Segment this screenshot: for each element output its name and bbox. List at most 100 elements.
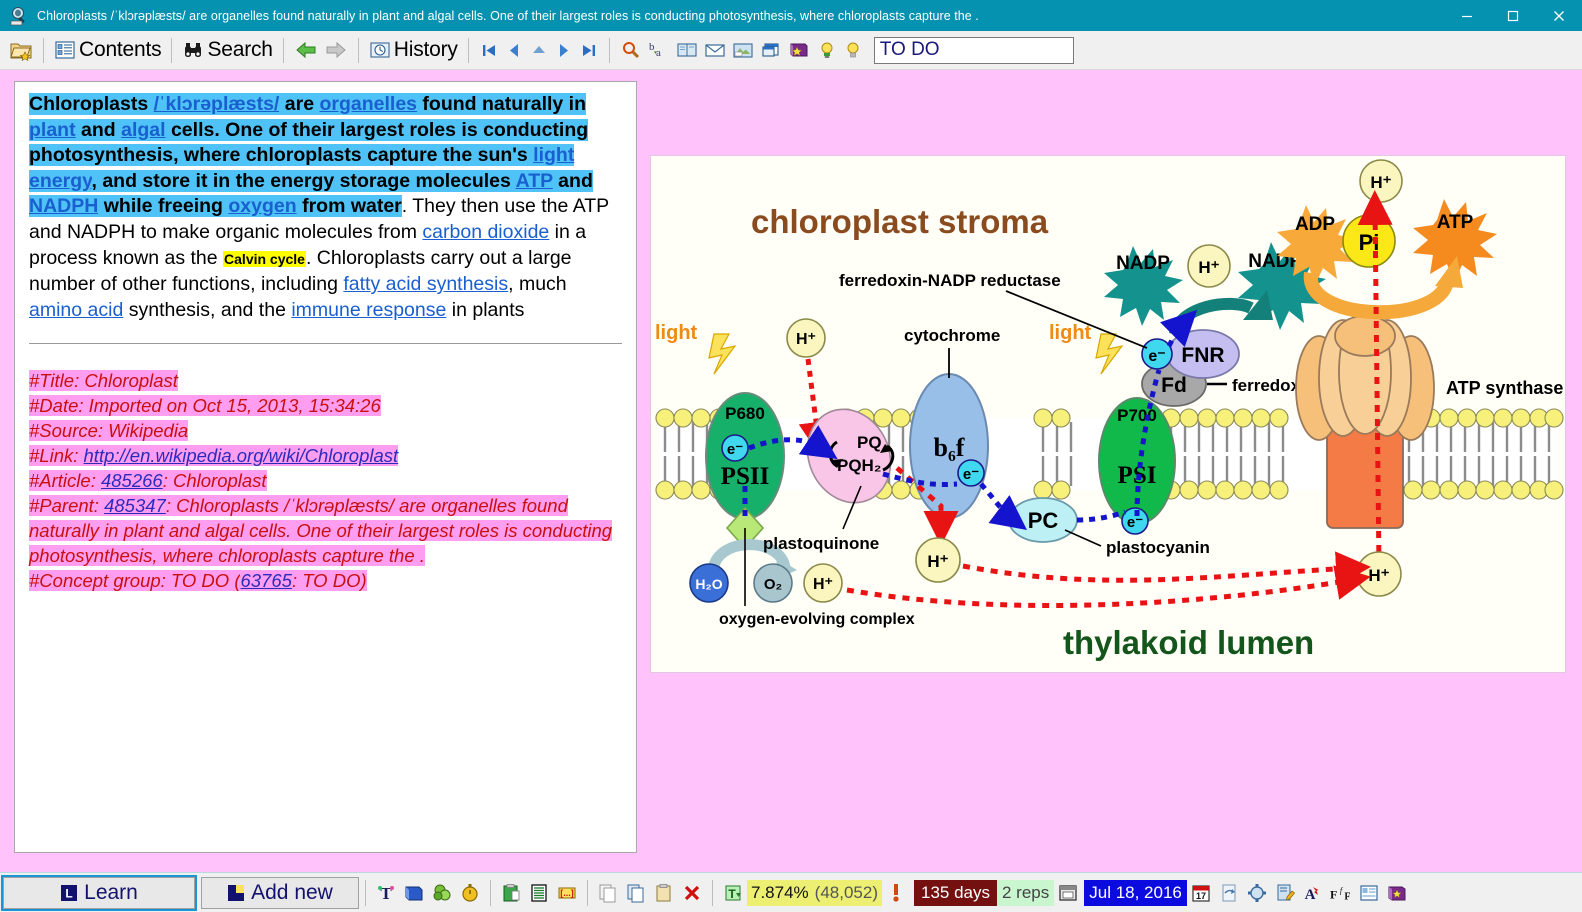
registry-button[interactable] <box>785 35 813 66</box>
p680-label: P680 <box>725 404 765 423</box>
plastoquinone-label: plastoquinone <box>763 534 879 553</box>
brackets-icon[interactable]: [...] <box>556 882 578 904</box>
link-fatty-acid-synthesis[interactable]: fatty acid synthesis <box>343 273 508 295</box>
sync-icon[interactable] <box>1246 882 1268 904</box>
stopwatch-icon[interactable] <box>459 882 481 904</box>
skip-first-icon <box>479 40 499 60</box>
window-layout-button[interactable] <box>757 35 785 66</box>
meta-title-text: #Title: Chloroplast <box>29 370 178 391</box>
priority-percent-value: 7.874% <box>751 883 809 903</box>
clock-history-icon <box>369 40 391 60</box>
blue-book-icon[interactable] <box>403 882 425 904</box>
font-size-icon[interactable]: F f F <box>1330 882 1352 904</box>
article-text-2: are <box>279 93 319 115</box>
stroma-label: chloroplast stroma <box>751 203 1049 240</box>
photosynthesis-diagram: chloroplast stroma thylakoid lumen light… <box>651 156 1565 672</box>
status-separator <box>490 880 491 906</box>
toolbar-separator <box>43 38 44 63</box>
purple-book-icon <box>788 40 810 60</box>
delete-x-icon[interactable] <box>681 882 703 904</box>
window-title: Chloroplasts /ˈklɔrəplæsts/ are organell… <box>37 9 1444 23</box>
link-algal[interactable]: algal <box>121 119 165 141</box>
link-oxygen[interactable]: oxygen <box>228 195 296 217</box>
link-plant[interactable]: plant <box>29 119 76 141</box>
sort-ba-icon: b a <box>648 40 670 60</box>
toolbar-separator <box>609 38 610 63</box>
history-button[interactable]: History <box>366 35 461 66</box>
svg-text:F: F <box>1330 887 1337 901</box>
add-new-button[interactable]: Add new <box>201 877 359 909</box>
svg-text:[...]: [...] <box>560 888 574 898</box>
export-icon[interactable] <box>1218 882 1240 904</box>
link-immune-response[interactable]: immune response <box>291 299 446 321</box>
layout-icon[interactable] <box>1358 882 1380 904</box>
element-text-pane[interactable]: Chloroplasts /ˈklɔrəplæsts/ are organell… <box>14 81 637 853</box>
open-file-button[interactable] <box>6 35 36 66</box>
next-item-button[interactable] <box>552 35 576 66</box>
skip-last-icon <box>579 40 599 60</box>
meta-link-url[interactable]: http://en.wikipedia.org/wiki/Chloroplast <box>84 445 399 466</box>
find-button[interactable] <box>617 35 645 66</box>
mail-button[interactable] <box>701 35 729 66</box>
paste-icon[interactable] <box>653 882 675 904</box>
link-nadph[interactable]: NADPH <box>29 195 98 217</box>
text-lines-icon[interactable] <box>528 882 550 904</box>
copy-page-icon[interactable] <box>597 882 619 904</box>
learn-button[interactable]: L Learn <box>3 877 195 909</box>
meta-article-label: #Article: <box>29 470 101 491</box>
link-carbon-dioxide[interactable]: carbon dioxide <box>422 221 549 243</box>
previous-item-button[interactable] <box>502 35 526 66</box>
proton-label-nadp: H⁺ <box>1198 258 1219 277</box>
maximize-button[interactable] <box>1490 0 1536 31</box>
link-light[interactable]: light <box>533 144 574 166</box>
lumen-label: thylakoid lumen <box>1063 624 1314 661</box>
calendar-small-icon[interactable] <box>1057 882 1079 904</box>
close-button[interactable] <box>1536 0 1582 31</box>
toolbar-separator <box>358 38 359 63</box>
registry-book-icon[interactable] <box>1386 882 1408 904</box>
spellcheck-icon[interactable]: A <box>1302 882 1324 904</box>
calvin-cycle-highlight[interactable]: Calvin cycle <box>223 251 306 267</box>
clipboard-green-icon[interactable] <box>500 882 522 904</box>
meta-concept-id[interactable]: 63765 <box>240 570 291 591</box>
copy-icon[interactable] <box>625 882 647 904</box>
exclamation-icon[interactable] <box>885 882 907 904</box>
forward-button[interactable] <box>321 35 351 66</box>
back-button[interactable] <box>291 35 321 66</box>
link-organelles[interactable]: organelles <box>319 93 417 115</box>
link-pronunciation[interactable]: /ˈklɔrəplæsts/ <box>154 93 280 115</box>
minimize-button[interactable] <box>1444 0 1490 31</box>
parent-item-button[interactable] <box>526 35 552 66</box>
concept-button[interactable] <box>841 35 865 66</box>
sort-alphabetical-button[interactable]: b a <box>645 35 673 66</box>
text-t-icon[interactable]: T <box>375 882 397 904</box>
calendar-17-icon[interactable]: 17 <box>1190 882 1212 904</box>
triangle-up-icon <box>529 40 549 60</box>
search-button[interactable]: Search <box>179 35 275 66</box>
contents-button[interactable]: Contents <box>51 35 164 66</box>
meta-parent-id[interactable]: 485347 <box>104 495 166 516</box>
image-pane[interactable]: chloroplast stroma thylakoid lumen light… <box>650 155 1566 673</box>
pq-label: PQ <box>857 433 882 452</box>
light-label-left: light <box>655 322 698 344</box>
link-energy[interactable]: energy <box>29 170 92 192</box>
last-item-button[interactable] <box>576 35 602 66</box>
image-button[interactable] <box>729 35 757 66</box>
priority-icon[interactable]: T <box>722 882 744 904</box>
concept-group-input[interactable]: TO DO <box>874 37 1074 64</box>
contents-label: Contents <box>79 38 161 62</box>
link-amino-acid[interactable]: amino acid <box>29 299 123 321</box>
meta-row-date: #Date: Imported on Oct 15, 2013, 15:34:2… <box>29 393 636 418</box>
first-item-button[interactable] <box>476 35 502 66</box>
link-atp[interactable]: ATP <box>516 170 553 192</box>
edit-note-icon[interactable] <box>1274 882 1296 904</box>
supermemo-icon <box>5 4 33 28</box>
green-box-icon[interactable] <box>431 882 453 904</box>
article-text-14: synthesis, and the <box>123 299 291 321</box>
ferredoxin-nadp-reductase-label: ferredoxin-NADP reductase <box>839 271 1061 290</box>
svg-text:L: L <box>65 886 72 900</box>
meta-article-id[interactable]: 485266 <box>101 470 163 491</box>
interval-badge: 135 days <box>914 880 997 906</box>
dictionary-button[interactable] <box>673 35 701 66</box>
concept-groups-button[interactable] <box>813 35 841 66</box>
